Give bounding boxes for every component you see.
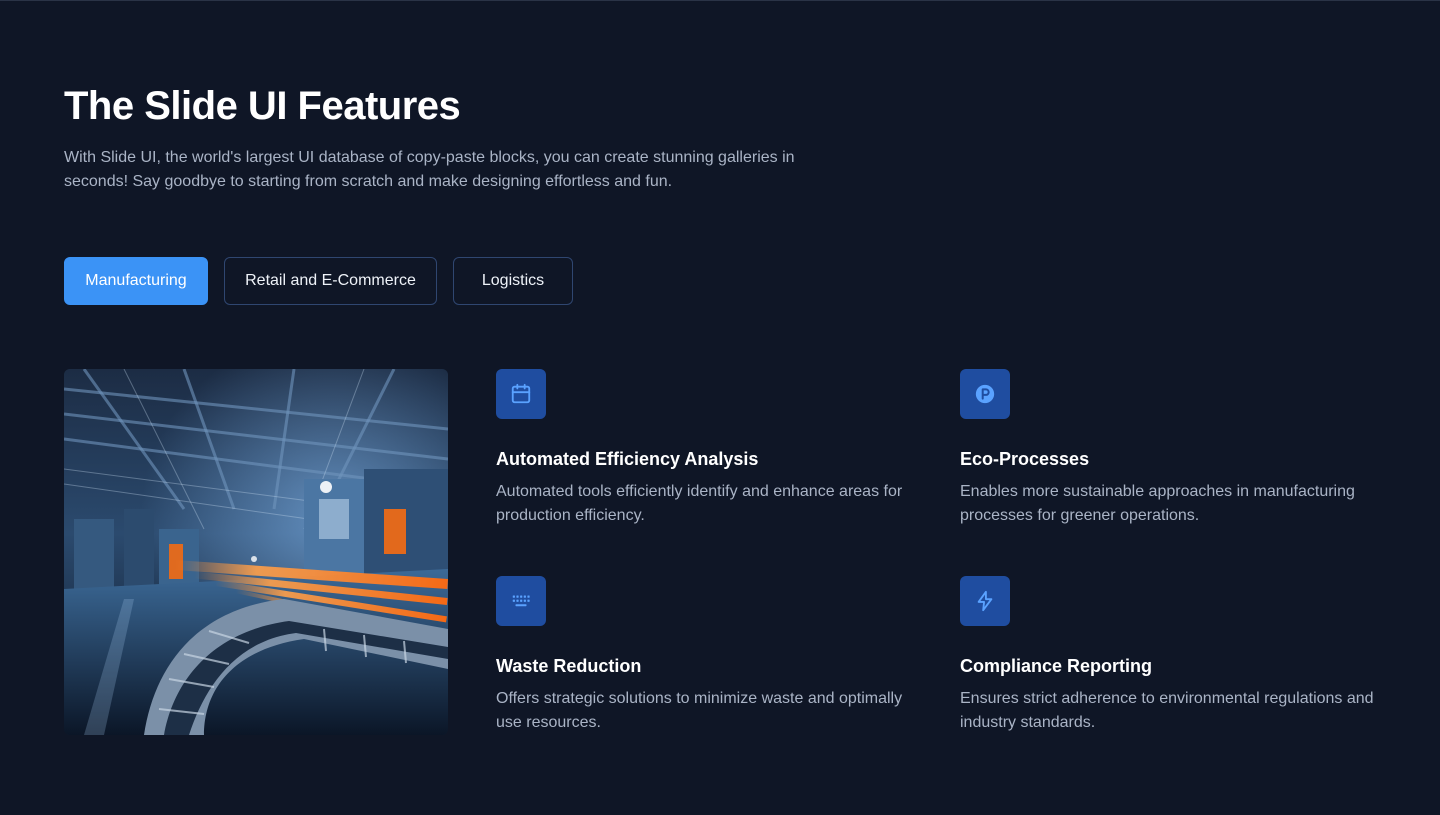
tab-retail-ecommerce[interactable]: Retail and E-Commerce: [224, 257, 437, 305]
page-description: With Slide UI, the world's largest UI da…: [64, 149, 795, 190]
feature-text: Automated tools efficiently identify and…: [496, 483, 903, 524]
features-section: The Slide UI Features With Slide UI, the…: [0, 0, 1440, 815]
feature-efficiency-analysis: Automated Efficiency Analysis Automated …: [496, 369, 916, 528]
parking-icon: [960, 369, 1010, 419]
feature-eco-processes: Eco-Processes Enables more sustainable a…: [960, 369, 1380, 528]
page-title: The Slide UI Features: [64, 84, 461, 128]
feature-title: Eco-Processes: [960, 449, 1090, 469]
feature-text: Enables more sustainable approaches in m…: [960, 483, 1355, 524]
feature-waste-reduction: Waste Reduction Offers strategic solutio…: [496, 576, 916, 735]
industry-tabs: Manufacturing Retail and E-Commerce Logi…: [64, 257, 573, 305]
keyboard-icon: [496, 576, 546, 626]
feature-text: Ensures strict adherence to environmenta…: [960, 690, 1374, 731]
tab-manufacturing[interactable]: Manufacturing: [64, 257, 208, 305]
tab-logistics[interactable]: Logistics: [453, 257, 573, 305]
lightning-icon: [960, 576, 1010, 626]
feature-compliance-reporting: Compliance Reporting Ensures strict adhe…: [960, 576, 1380, 735]
feature-text: Offers strategic solutions to minimize w…: [496, 690, 903, 731]
calendar-icon: [496, 369, 546, 419]
factory-image: [64, 369, 448, 735]
feature-title: Compliance Reporting: [960, 656, 1153, 676]
feature-title: Automated Efficiency Analysis: [496, 449, 759, 469]
feature-title: Waste Reduction: [496, 656, 642, 676]
